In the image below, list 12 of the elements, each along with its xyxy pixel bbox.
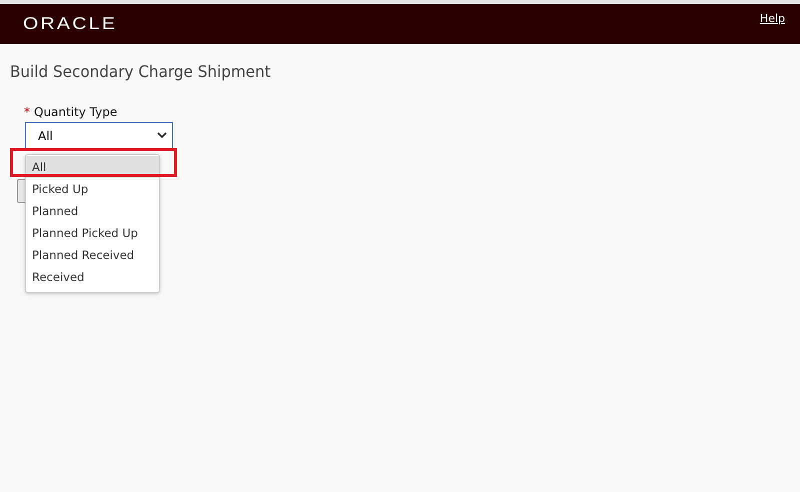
help-link[interactable]: Help: [760, 12, 785, 25]
dropdown-option[interactable]: Planned: [26, 200, 159, 222]
field-label: Quantity Type: [34, 105, 118, 119]
dropdown-option[interactable]: Planned Picked Up: [26, 222, 159, 244]
chevron-down-icon: [157, 132, 167, 139]
dropdown-option[interactable]: Planned Received: [26, 244, 159, 266]
page-title: Build Secondary Charge Shipment: [10, 62, 272, 81]
logo: ORACLE: [23, 13, 118, 35]
quantity-type-select[interactable]: All: [25, 122, 173, 149]
required-asterisk: *: [24, 105, 30, 119]
dropdown-option[interactable]: Picked Up: [26, 178, 159, 200]
dropdown-option[interactable]: Received: [26, 266, 159, 288]
